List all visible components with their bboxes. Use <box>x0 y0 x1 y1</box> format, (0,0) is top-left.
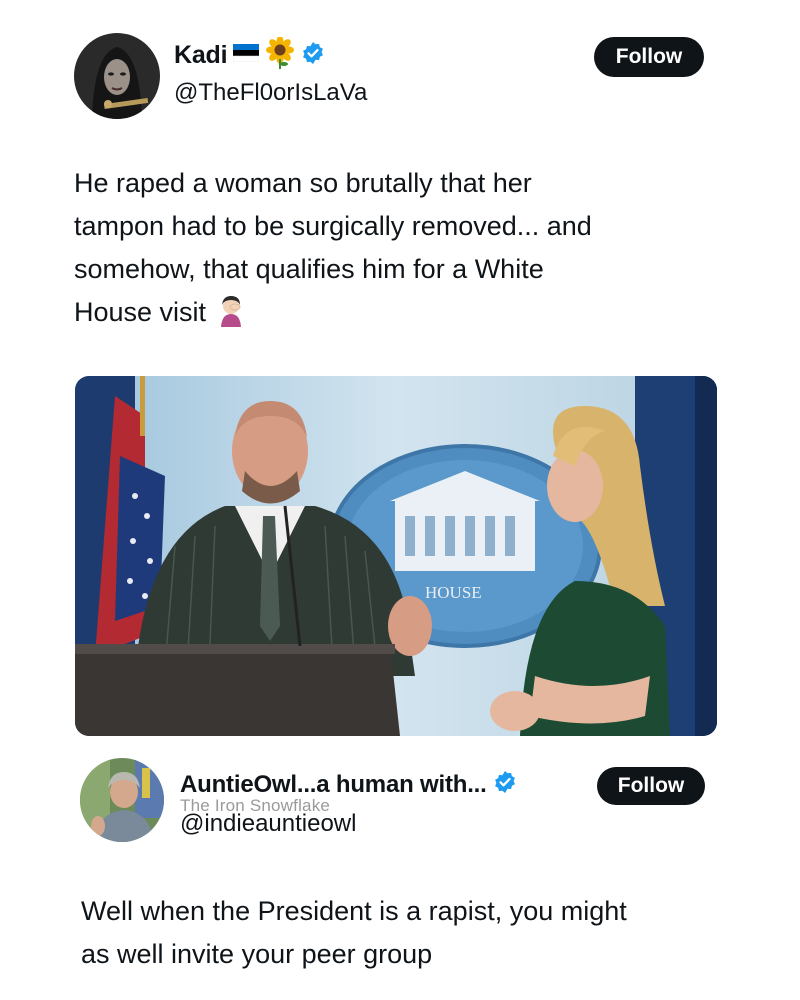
name-row: AuntieOwl...a human with... <box>180 770 517 799</box>
display-name[interactable]: Kadi <box>174 41 228 70</box>
tweet-media-photo[interactable]: HOUSE <box>75 376 717 736</box>
seal-text: HOUSE <box>425 583 482 602</box>
display-name[interactable]: AuntieOwl...a human with... <box>180 771 487 799</box>
tweet-text-body: He raped a woman so brutally that her ta… <box>74 168 592 327</box>
tweet-text: Well when the President is a rapist, you… <box>81 896 627 969</box>
name-row: Kadi <box>174 36 325 74</box>
verified-badge-icon <box>301 41 325 70</box>
follow-button[interactable]: Follow <box>594 37 704 77</box>
handle[interactable]: @indieauntieowl <box>180 810 356 838</box>
avatar[interactable] <box>74 33 160 119</box>
follow-button[interactable]: Follow <box>597 767 705 805</box>
facepalm-emoji-icon <box>214 295 248 340</box>
avatar[interactable] <box>80 758 164 842</box>
handle[interactable]: @TheFl0orIsLaVa <box>174 79 367 107</box>
estonia-flag-icon <box>233 44 260 67</box>
verified-badge-icon <box>493 770 517 799</box>
tweet-text: He raped a woman so brutally that her ta… <box>74 162 754 340</box>
sunflower-icon <box>265 36 295 74</box>
